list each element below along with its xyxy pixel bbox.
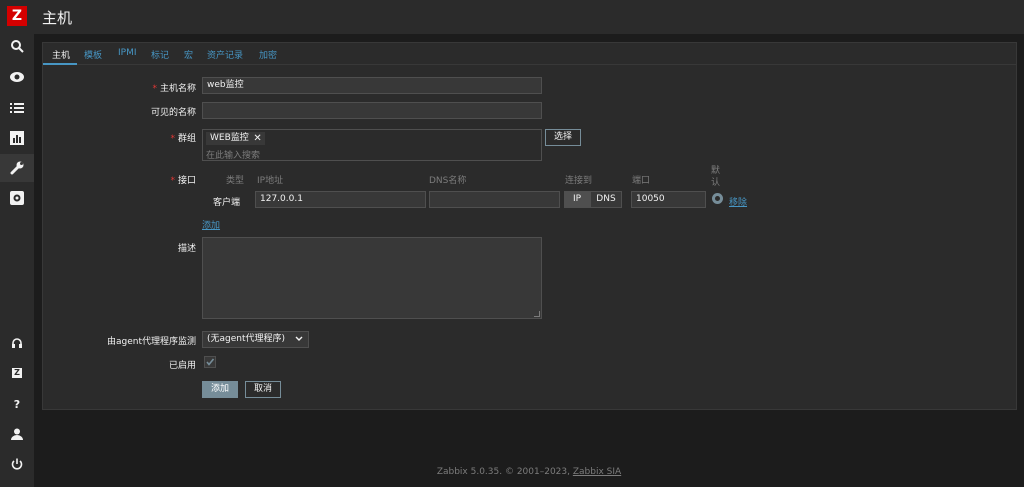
tab-encryption[interactable]: 加密 — [259, 48, 277, 61]
help-icon: ? — [13, 397, 21, 411]
tab-tags[interactable]: 标记 — [151, 48, 169, 61]
enabled-label: 已启用 — [168, 361, 196, 371]
add-interface-link[interactable]: 添加 — [202, 218, 220, 231]
user-profile-button[interactable] — [0, 420, 34, 448]
zabbix-share-icon: Z — [12, 368, 22, 378]
help-button[interactable]: ? — [0, 390, 34, 418]
gear-icon — [10, 191, 24, 205]
inventory-button[interactable] — [0, 94, 34, 122]
host-name-label: * 主机名称 — [152, 84, 196, 94]
col-ip-header: IP地址 — [257, 176, 284, 186]
list-icon — [10, 103, 24, 113]
checkmark-icon — [206, 358, 215, 366]
default-interface-radio[interactable] — [712, 193, 723, 204]
eye-icon — [10, 72, 24, 82]
col-type-header: 类型 — [226, 176, 245, 186]
monitoring-button[interactable] — [0, 63, 34, 91]
host-form-panel: 主机 模板 IPMI 标记 宏 资产记录 加密 * 主机名称 web监控 可见的名… — [42, 42, 1017, 410]
wrench-icon — [10, 161, 24, 175]
configuration-button[interactable] — [0, 154, 34, 182]
connect-dns-toggle[interactable]: DNS — [590, 191, 622, 208]
required-marker: * — [170, 134, 175, 144]
groups-select-button[interactable]: 选择 — [545, 129, 581, 146]
description-label: 描述 — [177, 244, 196, 254]
search-icon — [11, 40, 24, 53]
page-title: 主机 — [42, 9, 73, 27]
support-button[interactable] — [0, 329, 34, 357]
col-port-header: 端口 — [632, 176, 651, 186]
tab-inventory[interactable]: 资产记录 — [207, 48, 243, 61]
interface-dns-input[interactable] — [429, 191, 560, 208]
footer-link[interactable]: Zabbix SIA — [573, 467, 621, 477]
interface-ip-input[interactable]: 127.0.0.1 — [255, 191, 426, 208]
zabbix-logo[interactable]: Z — [7, 6, 27, 26]
reports-button[interactable] — [0, 124, 34, 152]
col-dns-header: DNS名称 — [429, 176, 467, 186]
description-textarea[interactable] — [202, 237, 542, 319]
chevron-down-icon — [295, 336, 303, 341]
page-header: 主机 — [34, 0, 1024, 34]
remove-chip-icon[interactable]: ✕ — [253, 132, 261, 145]
tab-bar: 主机 模板 IPMI 标记 宏 资产记录 加密 — [43, 43, 1016, 65]
tab-host[interactable]: 主机 — [52, 48, 70, 61]
search-button[interactable] — [0, 32, 34, 60]
administration-button[interactable] — [0, 184, 34, 212]
headset-icon — [12, 338, 22, 348]
tab-ipmi[interactable]: IPMI — [118, 48, 137, 58]
groups-search-input[interactable]: 在此输入搜索 — [206, 148, 260, 161]
active-tab-indicator — [43, 63, 77, 65]
groups-multiselect[interactable]: WEB监控 ✕ 在此输入搜索 — [202, 129, 542, 161]
enabled-checkbox[interactable] — [204, 356, 216, 368]
proxy-select[interactable]: (无agent代理程序) — [202, 331, 309, 348]
col-default-header: 默认 — [711, 166, 721, 188]
footer-text: Zabbix 5.0.35. © 2001–2023, — [436, 467, 573, 477]
proxy-label: 由agent代理程序监测 — [107, 337, 196, 347]
add-button[interactable]: 添加 — [202, 381, 238, 398]
group-chip: WEB监控 ✕ — [206, 132, 265, 145]
host-name-input[interactable]: web监控 — [202, 77, 542, 94]
col-connect-header: 连接到 — [565, 176, 593, 186]
visible-name-input[interactable] — [202, 102, 542, 119]
required-marker: * — [152, 84, 157, 94]
visible-name-label: 可见的名称 — [150, 108, 196, 118]
tab-macros[interactable]: 宏 — [184, 48, 193, 61]
footer: Zabbix 5.0.35. © 2001–2023, Zabbix SIA — [0, 467, 1024, 477]
cancel-button[interactable]: 取消 — [245, 381, 281, 398]
group-chip-label: WEB监控 — [210, 133, 249, 143]
proxy-selected-value: (无agent代理程序) — [207, 334, 286, 344]
interface-type-label: 客户端 — [213, 198, 241, 208]
sidebar: Z Z ? — [0, 0, 34, 487]
interfaces-label: * 接口 — [170, 176, 196, 186]
bar-chart-icon — [10, 131, 24, 145]
remove-interface-link[interactable]: 移除 — [729, 195, 747, 208]
share-button[interactable]: Z — [0, 359, 34, 387]
interface-port-input[interactable]: 10050 — [631, 191, 706, 208]
resize-handle[interactable] — [534, 311, 540, 317]
tab-templates[interactable]: 模板 — [84, 48, 102, 61]
user-icon — [11, 428, 23, 440]
groups-label: * 群组 — [170, 134, 196, 144]
required-marker: * — [170, 176, 175, 186]
connect-ip-toggle[interactable]: IP — [564, 191, 590, 208]
